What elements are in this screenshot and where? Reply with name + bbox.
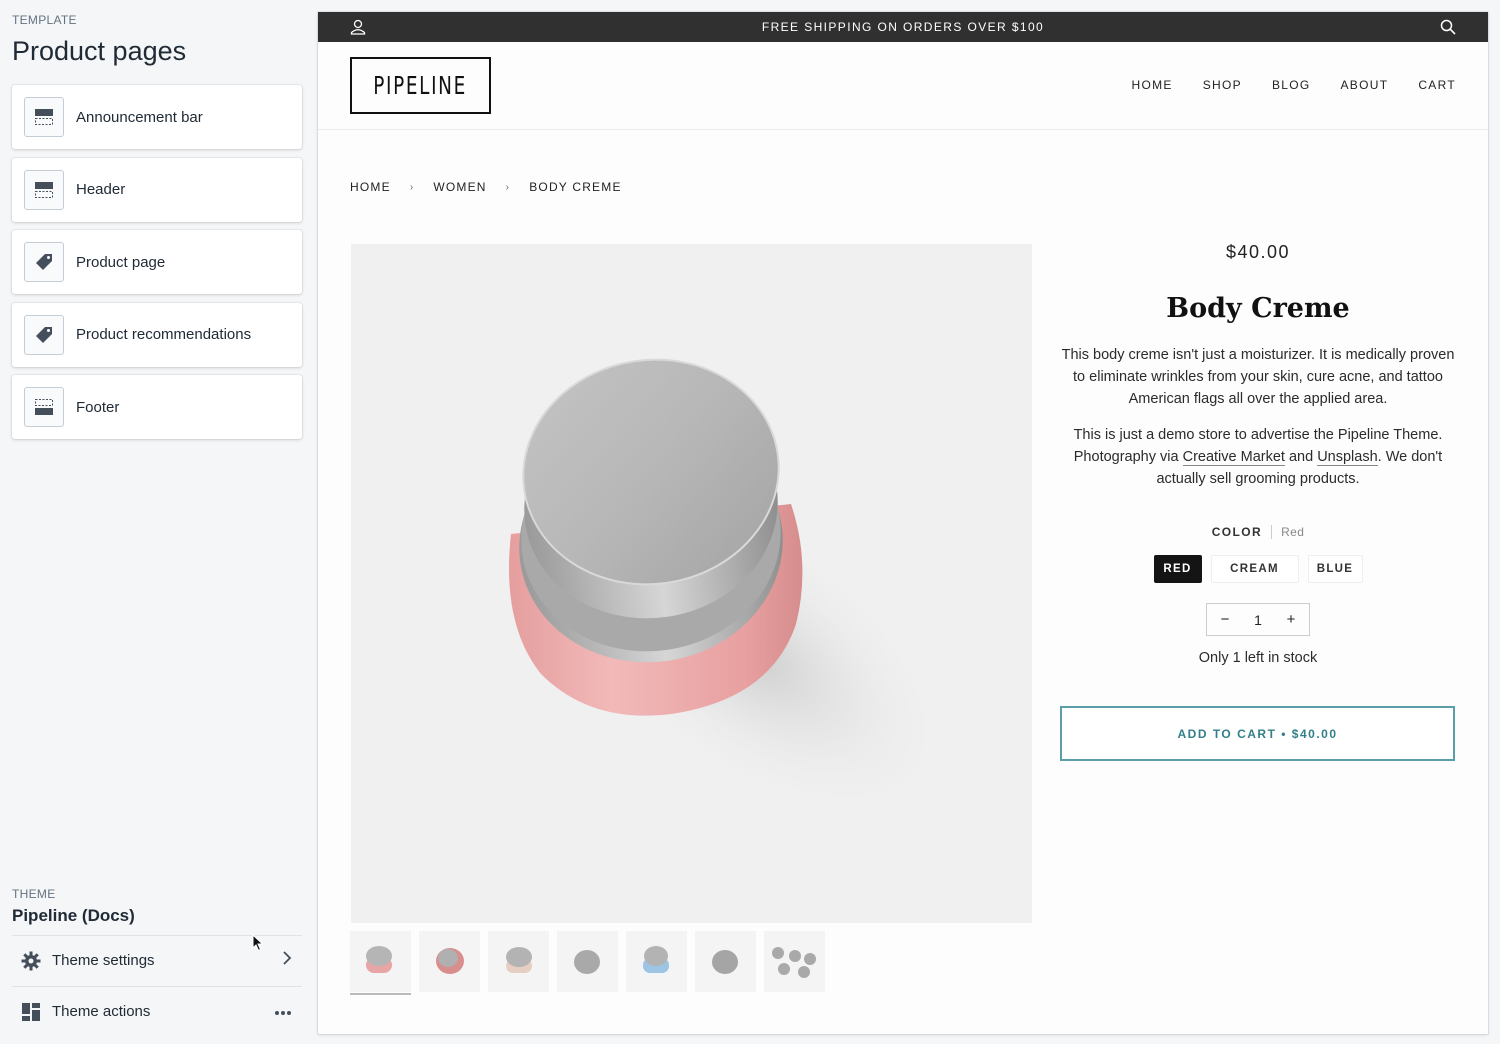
tag-icon [24,242,64,282]
section-label: Footer [76,398,120,416]
product-main-image[interactable] [351,244,1032,923]
gear-icon [20,950,42,972]
swatch-cream[interactable]: CREAM [1210,555,1299,583]
breadcrumb: HOME › WOMEN › BODY CREME [350,180,622,194]
template-caption: TEMPLATE [12,13,77,27]
theme-editor-sidebar: TEMPLATE Product pages Announcement bar … [0,0,314,1044]
announcement-bar: FREE SHIPPING ON ORDERS OVER $100 [318,12,1488,42]
section-header[interactable]: Header [12,157,302,222]
thumbnail-7[interactable] [764,931,825,992]
announcement-bar-icon [24,97,64,137]
mouse-cursor-icon [252,933,264,957]
page-title: Product pages [12,36,187,66]
section-label: Product page [76,253,166,271]
thumbnail-5[interactable] [626,931,687,992]
theme-name: Pipeline (Docs) [12,906,135,925]
swatch-blue[interactable]: BLUE [1307,555,1363,583]
quantity-plus-button[interactable]: + [1285,611,1297,628]
color-divider [1271,525,1273,539]
section-footer[interactable]: Footer [12,375,302,439]
thumbnail-4[interactable] [557,931,618,992]
creative-market-link[interactable]: Creative Market [1182,449,1285,466]
theme-actions-label: Theme actions [52,1003,151,1020]
description-paragraph-2: This is just a demo store to advertise t… [1060,424,1456,490]
product-price: $40.00 [1225,242,1291,262]
section-label: Announcement bar [76,108,203,126]
description-paragraph-1: This body creme isn't just a moisturizer… [1061,347,1455,407]
footer-icon [24,387,64,427]
sections-list: Announcement bar Header Product page Pro… [12,85,302,448]
quantity-input[interactable]: 1 [1254,612,1262,628]
breadcrumb-separator-icon: › [505,181,511,193]
site-header: PIPELINE HOME SHOP BLOG ABOUT CART [318,42,1488,130]
theme-caption: THEME [12,887,56,901]
theme-settings-label: Theme settings [52,952,155,969]
main-nav: HOME SHOP BLOG ABOUT CART [1132,78,1456,92]
account-icon[interactable] [350,19,366,38]
product-description: This body creme isn't just a moisturizer… [1060,344,1456,490]
nav-home[interactable]: HOME [1132,78,1173,92]
thumbnail-2[interactable] [419,931,480,992]
header-icon [24,169,64,210]
stock-status: Only 1 left in stock [1198,650,1318,666]
section-label: Product recommendations [76,326,252,343]
chevron-right-icon [282,951,292,970]
add-to-cart-button[interactable]: ADD TO CART • $40.00 [1060,706,1455,761]
section-product-recommendations[interactable]: Product recommendations [12,302,302,367]
thumbnail-3[interactable] [488,931,549,992]
dashboard-icon [20,1001,42,1023]
quantity-stepper: − 1 + [1206,603,1310,636]
section-announcement-bar[interactable]: Announcement bar [12,85,302,149]
quantity-minus-button[interactable]: − [1219,611,1231,628]
unsplash-link[interactable]: Unsplash [1317,449,1378,466]
more-horizontal-icon[interactable] [274,1003,292,1021]
thumbnail-1[interactable] [350,931,411,995]
thumbnail-6[interactable] [695,931,756,992]
nav-shop[interactable]: SHOP [1203,78,1242,92]
breadcrumb-women[interactable]: WOMEN [433,180,486,194]
tag-icon [24,314,64,355]
product-thumbnails [350,931,825,995]
swatch-red[interactable]: RED [1153,555,1202,583]
breadcrumb-home[interactable]: HOME [350,180,391,194]
store-logo[interactable]: PIPELINE [350,57,491,114]
description-text: and [1284,449,1318,465]
breadcrumb-current: BODY CREME [529,180,622,194]
storefront-preview: FREE SHIPPING ON ORDERS OVER $100 PIPELI… [318,12,1488,1034]
section-product-page[interactable]: Product page [12,230,302,294]
breadcrumb-separator-icon: › [409,181,415,193]
product-info: $40.00 Body Creme This body creme isn't … [1060,238,1456,761]
color-option: COLOR Red [1060,525,1456,539]
nav-about[interactable]: ABOUT [1341,78,1389,92]
color-label: COLOR [1211,525,1263,539]
announcement-text: FREE SHIPPING ON ORDERS OVER $100 [761,20,1045,34]
color-swatches: RED CREAM BLUE [1060,555,1456,583]
nav-blog[interactable]: BLOG [1272,78,1311,92]
search-icon[interactable] [1440,19,1456,38]
section-label: Header [76,181,126,198]
product-title: Body Creme [1166,293,1350,324]
color-value: Red [1281,525,1305,539]
nav-cart[interactable]: CART [1418,78,1456,92]
theme-actions-button[interactable]: Theme actions [12,986,302,1036]
